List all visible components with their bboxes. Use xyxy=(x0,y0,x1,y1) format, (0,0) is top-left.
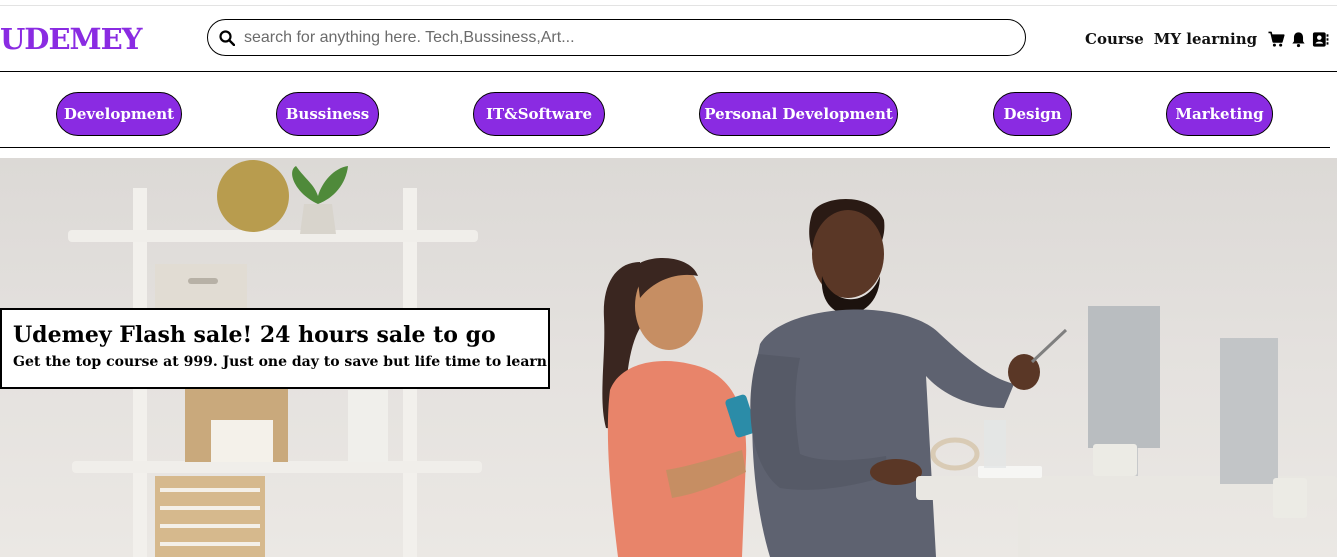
hero-banner: Udemey Flash sale! 24 hours sale to go G… xyxy=(0,158,1337,557)
flash-sale-title: Udemey Flash sale! 24 hours sale to go xyxy=(13,322,496,348)
search-input[interactable] xyxy=(244,27,1004,49)
course-link[interactable]: Course xyxy=(1085,30,1144,48)
category-pill-bussiness[interactable]: Bussiness xyxy=(276,92,379,136)
woman-illustration xyxy=(602,257,757,557)
search-icon[interactable] xyxy=(219,30,235,46)
bell-icon[interactable] xyxy=(1290,31,1307,48)
cart-icon[interactable] xyxy=(1268,31,1285,48)
category-pill-design[interactable]: Design xyxy=(993,92,1072,136)
category-divider xyxy=(0,147,1330,148)
desk-illustration xyxy=(916,306,1337,557)
flash-sale-banner: Udemey Flash sale! 24 hours sale to go G… xyxy=(0,308,550,389)
category-pill-it-software[interactable]: IT&Software xyxy=(473,92,605,136)
category-bar: Development Bussiness IT&Software Person… xyxy=(0,72,1337,147)
search-bar[interactable] xyxy=(207,19,1026,56)
category-pill-development[interactable]: Development xyxy=(56,92,182,136)
profile-card-icon[interactable] xyxy=(1312,31,1329,48)
category-pill-personal-development[interactable]: Personal Development xyxy=(699,92,898,136)
my-learning-link[interactable]: MY learning xyxy=(1154,30,1257,48)
category-pill-marketing[interactable]: Marketing xyxy=(1166,92,1273,136)
header-nav: Course MY learning xyxy=(1085,28,1334,50)
logo[interactable]: UDEMEY xyxy=(0,24,142,54)
top-header: UDEMEY Course MY learning xyxy=(0,6,1337,71)
flash-sale-subtitle: Get the top course at 999. Just one day … xyxy=(13,354,547,370)
